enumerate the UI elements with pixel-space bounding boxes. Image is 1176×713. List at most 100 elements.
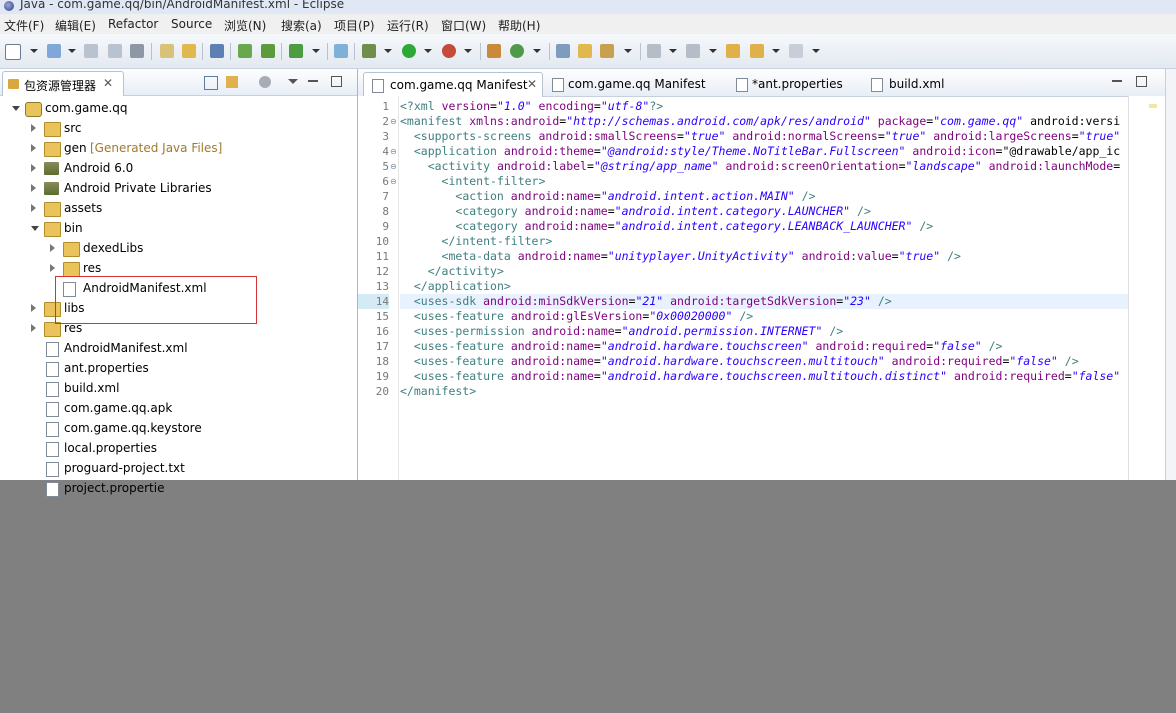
tree-item-androidmanifest[interactable]: AndroidManifest.xml <box>0 339 350 359</box>
close-icon[interactable]: ✕ <box>103 76 113 90</box>
minimize-icon[interactable] <box>1112 80 1122 82</box>
twisty-collapsed-icon[interactable] <box>50 264 55 272</box>
link-with-editor-icon[interactable] <box>226 76 238 88</box>
new-java-package-icon[interactable] <box>487 44 501 58</box>
next-annotation-icon[interactable] <box>647 44 661 58</box>
new-wizard-icon[interactable] <box>47 44 61 58</box>
tree-item-android-private-libraries[interactable]: Android Private Libraries <box>0 179 350 199</box>
line-number: 16 <box>375 325 389 338</box>
tree-item-assets[interactable]: assets <box>0 199 350 219</box>
back-dropdown-icon[interactable] <box>772 49 780 53</box>
menu-run[interactable]: 运行(R) <box>387 17 429 34</box>
twisty-collapsed-icon[interactable] <box>50 244 55 252</box>
open-perspective-icon[interactable] <box>556 44 570 58</box>
external-tools-dropdown-icon[interactable] <box>464 49 472 53</box>
run-icon[interactable] <box>402 44 416 58</box>
last-edit-location-icon[interactable] <box>726 44 740 58</box>
view-menu-icon[interactable] <box>288 79 298 84</box>
tree-item-src[interactable]: src <box>0 119 350 139</box>
fold-expanded-icon[interactable]: ⊖ <box>390 144 397 159</box>
menu-source[interactable]: Source <box>171 17 212 31</box>
tree-item-apk[interactable]: com.game.qq.apk <box>0 399 350 419</box>
debug-icon[interactable] <box>362 44 376 58</box>
twisty-collapsed-icon[interactable] <box>31 184 36 192</box>
menu-refactor[interactable]: Refactor <box>108 17 158 31</box>
line-number: 18 <box>375 355 389 368</box>
fold-expanded-icon[interactable]: ⊖ <box>390 114 397 129</box>
close-icon[interactable]: ✕ <box>527 77 537 91</box>
open-folder-icon[interactable] <box>578 44 592 58</box>
skip-breakpoints-icon[interactable] <box>210 44 224 58</box>
lint-dropdown-icon[interactable] <box>312 49 320 53</box>
tab-ant-properties[interactable]: *ant.properties <box>728 72 863 96</box>
menu-search[interactable]: 搜索(a) <box>281 17 322 34</box>
android-project-icon[interactable] <box>334 44 348 58</box>
twisty-collapsed-icon[interactable] <box>31 164 36 172</box>
xml-file-icon <box>552 78 564 92</box>
twisty-expanded-icon[interactable] <box>12 106 20 111</box>
next-annotation-dropdown-icon[interactable] <box>669 49 677 53</box>
maximize-icon[interactable] <box>1136 76 1147 87</box>
menu-file[interactable]: 文件(F) <box>4 17 44 34</box>
tab-manifest-active[interactable]: com.game.qq Manifest ✕ <box>363 72 543 97</box>
debug-dropdown-icon[interactable] <box>384 49 392 53</box>
fold-expanded-icon[interactable]: ⊖ <box>390 159 397 174</box>
lint-check-icon[interactable] <box>289 44 303 58</box>
save-all-icon[interactable] <box>108 44 122 58</box>
tree-item-proguard[interactable]: proguard-project.txt <box>0 459 350 479</box>
run-dropdown-icon[interactable] <box>424 49 432 53</box>
back-icon[interactable] <box>750 44 764 58</box>
tree-item-bin[interactable]: bin <box>0 219 350 239</box>
tab-package-explorer[interactable]: 包资源管理器 ✕ <box>2 71 124 96</box>
fold-expanded-icon[interactable]: ⊖ <box>390 174 397 189</box>
tab-build-xml[interactable]: build.xml <box>863 72 963 96</box>
tab-manifest-2[interactable]: com.game.qq Manifest <box>544 72 714 96</box>
twisty-expanded-icon[interactable] <box>31 226 39 231</box>
save-icon[interactable] <box>84 44 98 58</box>
twisty-collapsed-icon[interactable] <box>31 144 36 152</box>
filter-icon[interactable] <box>259 76 271 88</box>
tree-item-local-properties[interactable]: local.properties <box>0 439 350 459</box>
twisty-collapsed-icon[interactable] <box>31 124 36 132</box>
new-wizard-dropdown-icon[interactable] <box>68 49 76 53</box>
new-class-dropdown-icon[interactable] <box>533 49 541 53</box>
tree-item-keystore[interactable]: com.game.qq.keystore <box>0 419 350 439</box>
new-icon[interactable] <box>5 44 21 60</box>
annotation-marker-icon[interactable] <box>1149 104 1157 108</box>
search-dropdown-icon[interactable] <box>624 49 632 53</box>
menu-window[interactable]: 窗口(W) <box>441 17 486 34</box>
open-type-icon[interactable] <box>160 44 174 58</box>
collapse-all-icon[interactable] <box>204 76 218 90</box>
new-dropdown-icon[interactable] <box>30 49 38 53</box>
maximize-icon[interactable] <box>331 76 342 87</box>
menu-help[interactable]: 帮助(H) <box>498 17 540 34</box>
tree-item-label: Android Private Libraries <box>64 181 212 195</box>
tree-item-project-properties[interactable]: project.propertie <box>0 479 180 497</box>
tree-item-gen[interactable]: gen [Generated Java Files] <box>0 139 350 159</box>
run-external-tools-icon[interactable] <box>442 44 456 58</box>
twisty-collapsed-icon[interactable] <box>31 304 36 312</box>
menu-edit[interactable]: 编辑(E) <box>55 17 96 34</box>
new-java-class-icon[interactable] <box>510 44 524 58</box>
tree-item-build-xml[interactable]: build.xml <box>0 379 350 399</box>
android-sdk-manager-icon[interactable] <box>238 44 252 58</box>
minimize-icon[interactable] <box>308 80 318 82</box>
open-resource-icon[interactable] <box>182 44 196 58</box>
code-editor[interactable]: <?xml version="1.0" encoding="utf-8"?> <… <box>400 96 1128 480</box>
tree-item-project[interactable]: com.game.qq <box>0 99 350 119</box>
tree-item-android-6[interactable]: Android 6.0 <box>0 159 350 179</box>
tree-item-ant-properties[interactable]: ant.properties <box>0 359 350 379</box>
twisty-collapsed-icon[interactable] <box>31 324 36 332</box>
search-tool-icon[interactable] <box>600 44 614 58</box>
forward-dropdown-icon[interactable] <box>812 49 820 53</box>
tree-item-dexedlibs[interactable]: dexedLibs <box>0 239 350 259</box>
menu-navigate[interactable]: 浏览(N) <box>224 17 266 34</box>
previous-annotation-icon[interactable] <box>686 44 700 58</box>
menu-project[interactable]: 项目(P) <box>334 17 375 34</box>
previous-annotation-dropdown-icon[interactable] <box>709 49 717 53</box>
overview-ruler[interactable] <box>1128 96 1166 480</box>
print-icon[interactable] <box>130 44 144 58</box>
forward-icon[interactable] <box>789 44 803 58</box>
twisty-collapsed-icon[interactable] <box>31 204 36 212</box>
android-avd-manager-icon[interactable] <box>261 44 275 58</box>
